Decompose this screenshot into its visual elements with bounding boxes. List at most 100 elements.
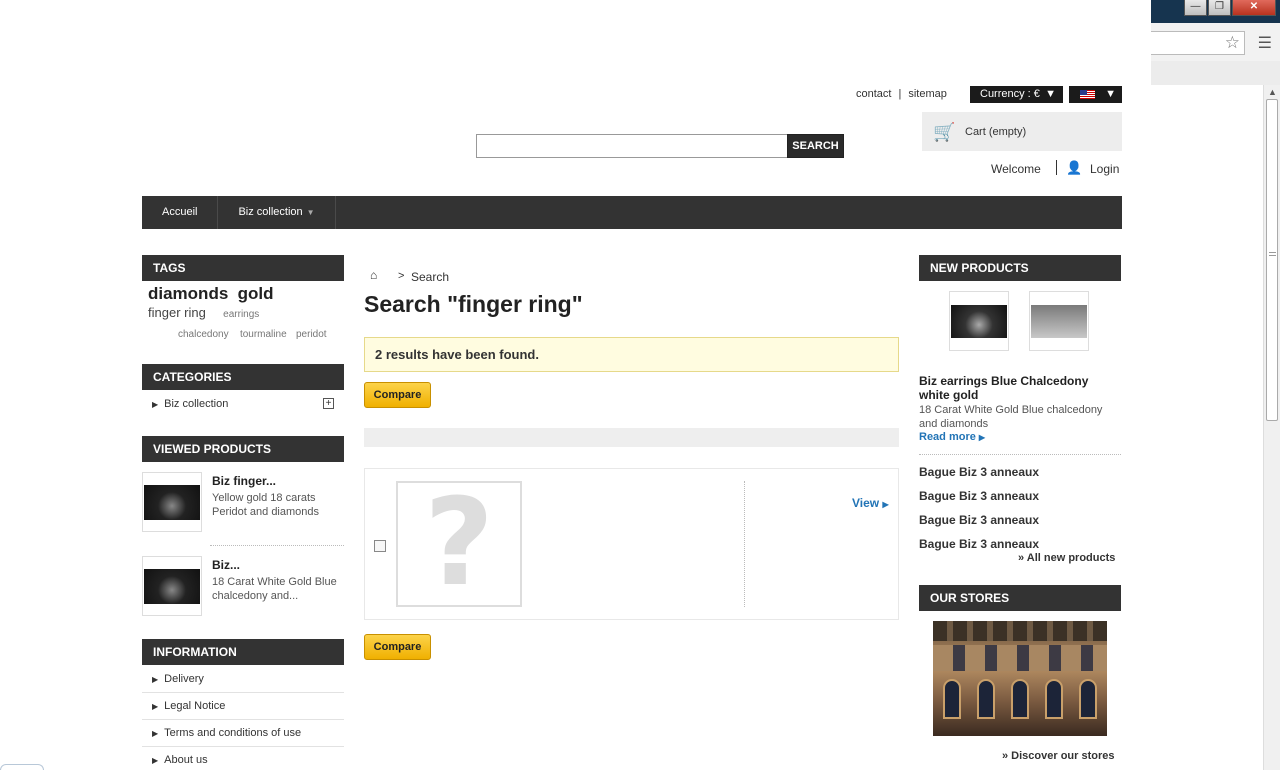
home-icon[interactable]: ⌂ [370,268,377,282]
cart-icon: 🛒 [933,122,956,142]
arrow-right-icon: ▶ [882,500,889,509]
chevron-down-icon: ▼ [306,208,315,217]
welcome-text: Welcome [991,162,1041,176]
browser-toolbar: ☆ ☰ [1151,23,1280,85]
product-image-placeholder[interactable]: ? [396,481,522,607]
new-product-link[interactable]: Bague Biz 3 anneaux [919,513,1039,527]
information-title: INFORMATION [142,639,344,665]
search-button[interactable]: SEARCH [787,134,844,158]
header-separator: | [898,88,902,100]
viewed-product[interactable]: Biz... 18 Carat White Gold Blue chalcedo… [142,556,344,618]
arrow-right-icon: ▶ [152,675,159,684]
close-icon[interactable]: ✕ [1232,0,1276,16]
contact-link[interactable]: contact [856,88,891,100]
category-label: Biz collection [164,398,229,410]
header-links: contact | sitemap [856,88,947,100]
tag-cloud: diamonds gold finger ring earrings chalc… [148,285,340,344]
read-more-link[interactable]: Read more ▶ [919,431,991,443]
read-more-label: Read more [919,431,976,443]
user-icon: 👤 [1066,160,1083,175]
language-select[interactable]: ▼ [1069,86,1122,103]
nav-item-biz-collection[interactable]: Biz collection ▼ [218,196,336,229]
expand-icon[interactable]: + [323,398,334,409]
divider [919,454,1121,455]
address-bar[interactable]: ☆ [1151,31,1245,55]
info-link-delivery[interactable]: ▶ Delivery [152,673,204,685]
tag-link[interactable]: gold [238,285,274,303]
nav-label: Biz collection [238,206,303,218]
results-message: 2 results have been found. [364,337,899,372]
info-link-terms[interactable]: ▶ Terms and conditions of use [152,727,301,739]
arrow-right-icon: ▶ [152,702,159,711]
info-link-legal-notice[interactable]: ▶ Legal Notice [152,700,225,712]
nav-item-accueil[interactable]: Accueil [142,196,219,229]
restore-icon[interactable]: ❐ [1208,0,1231,16]
bookmarks-bar [1151,61,1280,85]
all-new-products-link[interactable]: » All new products [1018,552,1115,564]
scroll-thumb[interactable] [1266,99,1278,421]
new-product-link[interactable]: Bague Biz 3 anneaux [919,489,1039,503]
new-product-thumbnail[interactable] [1029,291,1089,351]
floating-widget[interactable] [0,764,44,770]
tag-link[interactable]: tourmaline [240,326,287,344]
new-products-title: NEW PRODUCTS [919,255,1121,281]
new-product-link[interactable]: Bague Biz 3 anneaux [919,537,1039,551]
tags-title: TAGS [142,255,344,281]
view-label: View [852,496,880,510]
info-label: Terms and conditions of use [164,727,302,739]
new-product-thumbnail[interactable] [949,291,1009,351]
scroll-up-icon[interactable]: ▲ [1268,87,1277,97]
discover-stores-link[interactable]: » Discover our stores [1002,750,1115,762]
minimize-icon[interactable]: — [1184,0,1207,16]
browser-titlebar: — ❐ ✕ [1151,0,1280,23]
sitemap-link[interactable]: sitemap [908,88,947,100]
info-label: Legal Notice [164,700,226,712]
arrow-right-icon: ▶ [152,400,159,409]
viewed-product[interactable]: Biz finger... Yellow gold 18 carats Peri… [142,472,344,534]
sort-bar [364,428,899,447]
product-name[interactable]: Biz... [212,558,240,572]
featured-product-description: 18 Carat White Gold Blue chalcedony and … [919,404,1103,430]
question-mark-icon: ? [424,474,494,613]
login-link[interactable]: Login [1090,162,1119,176]
currency-label: Currency : € [980,88,1040,100]
store-photo[interactable] [933,621,1107,736]
divider [142,746,344,747]
compare-button[interactable]: Compare [364,634,431,660]
tag-link[interactable]: chalcedony [178,326,229,344]
tag-link[interactable]: peridot [296,326,327,344]
divider [210,545,344,546]
cart-summary[interactable]: 🛒 Cart (empty) [922,112,1122,151]
main-nav: Accueil Biz collection ▼ [142,196,1122,229]
new-product-link[interactable]: Bague Biz 3 anneaux [919,465,1039,479]
tag-link[interactable]: earrings [223,306,259,324]
compare-button[interactable]: Compare [364,382,431,408]
us-flag-icon [1080,90,1095,99]
featured-product-name[interactable]: Biz earrings Blue Chalcedony white gold [919,374,1121,402]
divider [142,692,344,693]
page-title: Search "finger ring" [364,291,583,317]
product-thumbnail[interactable] [142,472,202,532]
tag-link[interactable]: finger ring [148,304,206,322]
viewed-products-title: VIEWED PRODUCTS [142,436,344,462]
product-description: 18 Carat White Gold Blue chalcedony and.… [212,576,337,602]
arrow-right-icon: ▶ [152,729,159,738]
info-link-about-us[interactable]: ▶ About us [152,754,208,766]
star-icon[interactable]: ☆ [1225,33,1240,53]
product-name[interactable]: Biz finger... [212,474,276,488]
currency-select[interactable]: Currency : € ▼ [970,86,1063,103]
menu-icon[interactable]: ☰ [1258,33,1272,53]
product-list-item: ? View ▶ [364,468,899,620]
chevron-down-icon: ▼ [1045,88,1056,100]
arrow-right-icon: ▶ [978,433,986,442]
divider [1056,160,1057,175]
product-thumbnail[interactable] [142,556,202,616]
scrollbar[interactable]: ▲ [1263,85,1280,770]
category-item-biz-collection[interactable]: ▶ Biz collection [152,398,228,410]
breadcrumb-current: Search [411,270,450,284]
search-input[interactable] [476,134,788,158]
info-label: Delivery [164,673,204,685]
view-link[interactable]: View ▶ [852,496,895,510]
compare-checkbox[interactable] [374,540,386,552]
tag-link[interactable]: diamonds [148,285,228,303]
